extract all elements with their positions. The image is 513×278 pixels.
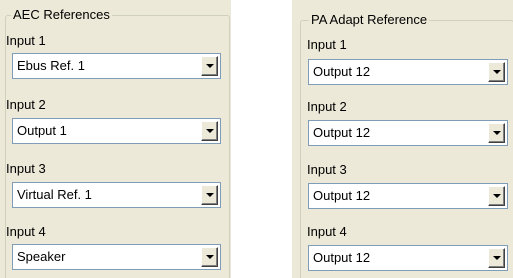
aec-input-2-value: Output 1 — [17, 123, 67, 138]
pa-input-3-select[interactable]: Output 12 — [308, 183, 508, 209]
chevron-down-icon — [493, 131, 501, 135]
pa-input-4-label: Input 4 — [307, 224, 347, 239]
chevron-down-icon — [206, 193, 214, 197]
aec-input-3-dropdown-button[interactable] — [201, 185, 218, 205]
pa-input-4-value: Output 12 — [313, 250, 371, 265]
chevron-down-icon — [493, 194, 501, 198]
aec-input-2-select[interactable]: Output 1 — [12, 118, 221, 144]
chevron-down-icon — [206, 255, 214, 259]
aec-input-3-select[interactable]: Virtual Ref. 1 — [12, 182, 221, 208]
aec-input-1-value: Ebus Ref. 1 — [17, 58, 85, 73]
aec-input-4-select[interactable]: Speaker — [12, 244, 221, 270]
chevron-down-icon — [206, 64, 214, 68]
pa-input-2-select[interactable]: Output 12 — [308, 120, 508, 146]
pa-input-2-dropdown-button[interactable] — [488, 123, 505, 143]
pa-input-4-select[interactable]: Output 12 — [308, 245, 508, 271]
chevron-down-icon — [493, 70, 501, 74]
pa-input-2-label: Input 2 — [307, 99, 347, 114]
pa-input-3-value: Output 12 — [313, 188, 371, 203]
pa-adapt-reference-panel: PA Adapt Reference Input 1 Output 12 Inp… — [292, 0, 513, 278]
aec-input-3-label: Input 3 — [6, 161, 46, 176]
aec-input-4-label: Input 4 — [6, 224, 46, 239]
pa-input-1-value: Output 12 — [313, 64, 371, 79]
pa-input-1-dropdown-button[interactable] — [488, 62, 505, 82]
pa-input-1-label: Input 1 — [307, 37, 347, 52]
pa-input-4-dropdown-button[interactable] — [488, 248, 505, 268]
aec-references-title: AEC References — [11, 7, 112, 23]
aec-references-panel: AEC References Input 1 Ebus Ref. 1 Input… — [0, 0, 231, 278]
pa-input-3-dropdown-button[interactable] — [488, 186, 505, 206]
aec-input-2-label: Input 2 — [6, 97, 46, 112]
pa-input-1-select[interactable]: Output 12 — [308, 59, 508, 85]
pa-adapt-reference-title: PA Adapt Reference — [309, 12, 430, 28]
aec-input-1-label: Input 1 — [6, 33, 46, 48]
aec-input-4-dropdown-button[interactable] — [201, 247, 218, 267]
pa-input-2-value: Output 12 — [313, 125, 371, 140]
pa-input-3-label: Input 3 — [307, 162, 347, 177]
aec-input-1-dropdown-button[interactable] — [201, 56, 218, 76]
aec-input-4-value: Speaker — [17, 249, 66, 264]
aec-input-3-value: Virtual Ref. 1 — [17, 187, 92, 202]
aec-input-1-select[interactable]: Ebus Ref. 1 — [12, 53, 221, 79]
aec-input-2-dropdown-button[interactable] — [201, 121, 218, 141]
chevron-down-icon — [206, 129, 214, 133]
chevron-down-icon — [493, 256, 501, 260]
